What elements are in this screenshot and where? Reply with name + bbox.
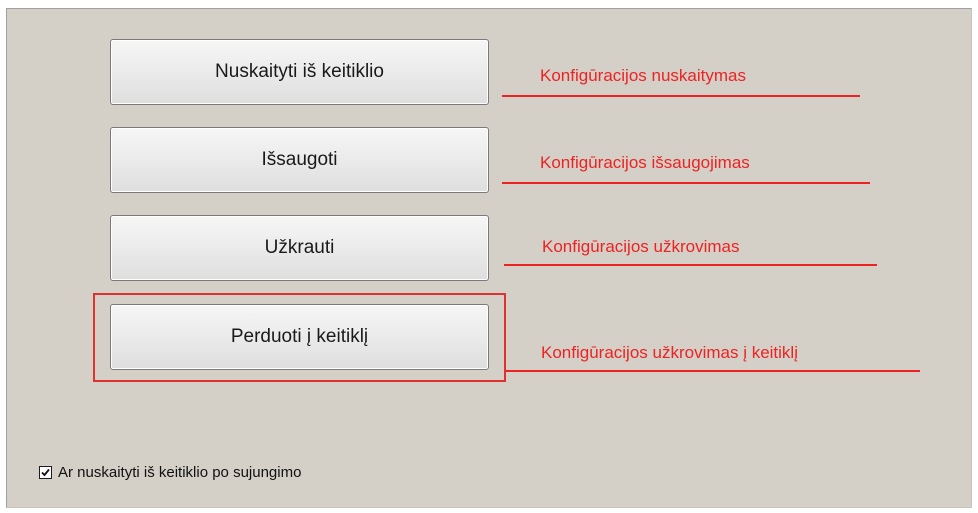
annotation-read-underline (502, 95, 860, 97)
send-to-converter-button[interactable]: Perduoti į keitiklį (110, 304, 489, 370)
read-from-converter-button[interactable]: Nuskaityti iš keitiklio (110, 39, 489, 105)
auto-read-checkbox-row[interactable]: Ar nuskaityti iš keitiklio po sujungimo (39, 464, 301, 481)
auto-read-checkbox[interactable] (39, 466, 52, 479)
checkmark-icon (41, 468, 50, 477)
annotation-save-underline (502, 182, 870, 184)
annotation-save: Konfigūracijos išsaugojimas (540, 153, 750, 172)
load-button[interactable]: Užkrauti (110, 215, 489, 281)
annotation-read: Konfigūracijos nuskaitymas (540, 66, 746, 85)
annotation-load-underline (504, 264, 877, 266)
save-button[interactable]: Išsaugoti (110, 127, 489, 193)
annotation-send-underline (506, 370, 920, 372)
auto-read-checkbox-label: Ar nuskaityti iš keitiklio po sujungimo (58, 464, 302, 481)
annotation-load: Konfigūracijos užkrovimas (542, 237, 740, 256)
annotation-send: Konfigūracijos užkrovimas į keitiklį (541, 343, 798, 362)
